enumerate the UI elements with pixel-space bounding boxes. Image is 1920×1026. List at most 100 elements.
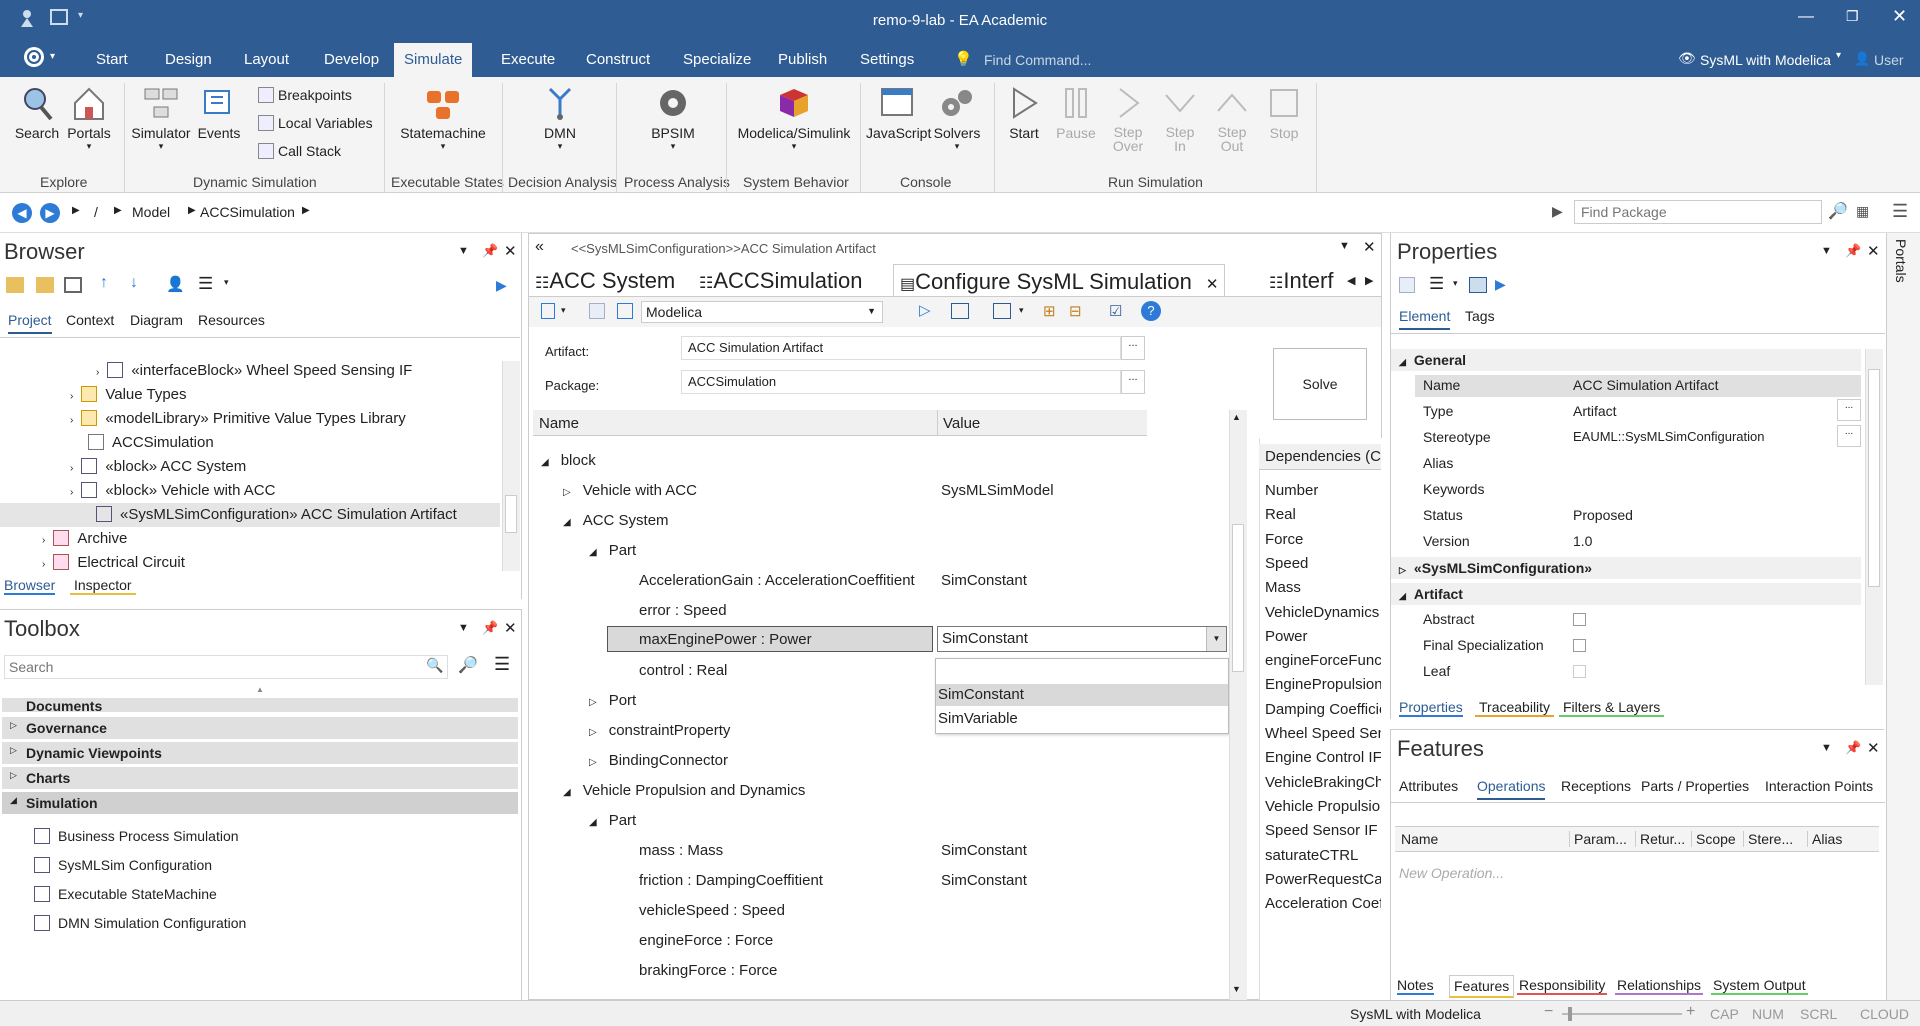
- run-start-button[interactable]: Start: [1002, 85, 1046, 141]
- dependency-item[interactable]: Speed: [1265, 555, 1308, 572]
- features-bottom-tab-features[interactable]: Features: [1449, 975, 1515, 998]
- collapse-icon[interactable]: ◢: [589, 817, 597, 828]
- section-general[interactable]: ◢ General: [1391, 349, 1861, 371]
- properties-pin-icon[interactable]: 📌: [1845, 243, 1861, 259]
- expand-icon[interactable]: ›: [70, 415, 73, 426]
- grid-row-binding-connector[interactable]: ▷ BindingConnector: [589, 752, 728, 769]
- leaf-checkbox[interactable]: [1573, 665, 1586, 678]
- grid-row-acc-system[interactable]: ◢ ACC System: [563, 512, 669, 529]
- column-name[interactable]: Name: [1401, 831, 1438, 847]
- features-bottom-tab-relationships[interactable]: Relationships: [1615, 977, 1704, 995]
- properties-close-icon[interactable]: ✕: [1867, 242, 1880, 260]
- toolbox-category-charts[interactable]: Charts: [2, 767, 518, 789]
- menu-design[interactable]: Design: [165, 51, 212, 68]
- dependency-item[interactable]: Engine Control IF: [1265, 749, 1381, 766]
- toolbox-category-governance[interactable]: Governance: [2, 717, 518, 739]
- expand-icon[interactable]: ▷: [589, 697, 597, 708]
- column-alias[interactable]: Alias: [1807, 831, 1842, 847]
- column-return[interactable]: Retur...: [1635, 831, 1685, 847]
- dependency-item[interactable]: saturateCTRL: [1265, 847, 1358, 864]
- copy-icon[interactable]: [993, 303, 1011, 319]
- dependency-item[interactable]: Force: [1265, 531, 1303, 548]
- collapse-left-icon[interactable]: «: [535, 238, 544, 256]
- tab-acc-system[interactable]: ☷ACC System: [535, 268, 675, 294]
- toolbox-category-simulation[interactable]: Simulation: [2, 792, 518, 814]
- features-dropdown-icon[interactable]: ▼: [1821, 742, 1832, 754]
- dependency-item[interactable]: engineForceFunc: [1265, 652, 1381, 669]
- statemachine-button[interactable]: Statemachine ▾: [398, 85, 488, 152]
- properties-menu-icon[interactable]: ☰: [1429, 274, 1444, 294]
- package-browse-button[interactable]: ...: [1121, 370, 1145, 394]
- features-close-icon[interactable]: ✕: [1867, 739, 1880, 757]
- zoom-slider-thumb[interactable]: [1568, 1007, 1572, 1021]
- browser-bottom-tab-browser[interactable]: Browser: [4, 577, 56, 595]
- local-variables-button[interactable]: Local Variables: [258, 115, 373, 131]
- tree-item-archive[interactable]: › Archive: [42, 530, 127, 547]
- toolbox-close-icon[interactable]: ✕: [504, 619, 517, 637]
- properties-bottom-tab-traceability[interactable]: Traceability: [1475, 699, 1555, 717]
- dependency-item[interactable]: Acceleration Coeff: [1265, 895, 1381, 912]
- menu-layout[interactable]: Layout: [244, 51, 289, 68]
- expand-icon[interactable]: ▷: [563, 487, 571, 498]
- dependency-item[interactable]: VehicleBrakingCha: [1265, 774, 1381, 791]
- properties-scroll-thumb[interactable]: [1868, 369, 1880, 587]
- tree-item-vehicle-with-acc[interactable]: › «block» Vehicle with ACC: [70, 482, 275, 499]
- menu-specialize[interactable]: Specialize: [683, 51, 751, 68]
- browser-menu-icon[interactable]: ☰: [198, 274, 213, 294]
- dependency-item[interactable]: Real: [1265, 506, 1296, 523]
- browser-expand-icon[interactable]: ▶: [496, 277, 507, 294]
- toolbox-scroll-up[interactable]: ▲: [2, 685, 518, 697]
- save-icon[interactable]: [1399, 277, 1415, 293]
- toolbox-dropdown-icon[interactable]: ▼: [458, 622, 469, 634]
- expand-icon[interactable]: ▷: [589, 727, 597, 738]
- features-pin-icon[interactable]: 📌: [1845, 740, 1861, 756]
- properties-tab-element[interactable]: Element: [1399, 308, 1451, 330]
- checklist-icon[interactable]: ☑: [1109, 302, 1122, 320]
- solve-button[interactable]: Solve: [1273, 348, 1367, 420]
- new-package-icon[interactable]: [6, 277, 24, 293]
- stop-button[interactable]: Stop: [1262, 85, 1306, 141]
- perspective-dropdown-icon[interactable]: ▾: [1836, 50, 1841, 61]
- property-row-stereotype-value[interactable]: EAUML::SysMLSimConfiguration: [1573, 429, 1764, 444]
- tab-configure-sysml-simulation[interactable]: ▤Configure SysML Simulation ✕: [893, 264, 1226, 296]
- expand-icon[interactable]: ›: [70, 391, 73, 402]
- tree-item-accsimulation[interactable]: ACCSimulation: [88, 434, 214, 451]
- menu-construct[interactable]: Construct: [586, 51, 650, 68]
- grid-row-acceleration-gain[interactable]: AccelerationGain : AccelerationCoeffitie…: [639, 572, 915, 589]
- filter-icon[interactable]: [951, 303, 969, 319]
- dependency-item[interactable]: Mass: [1265, 579, 1301, 596]
- grid-icon[interactable]: ▦: [1856, 203, 1869, 220]
- collapse-icon[interactable]: ◢: [541, 457, 549, 468]
- expand-icon[interactable]: ›: [70, 463, 73, 474]
- breadcrumb-accsimulation[interactable]: ACCSimulation: [200, 204, 295, 220]
- property-row-name-value[interactable]: ACC Simulation Artifact: [1573, 377, 1719, 393]
- grid-row-vehicle-with-acc[interactable]: ▷ Vehicle with ACC: [563, 482, 697, 499]
- perspective-selector[interactable]: SysML with Modelica: [1700, 52, 1831, 68]
- platform-select[interactable]: Modelica ▼: [641, 301, 883, 323]
- move-up-icon[interactable]: ↑: [100, 274, 108, 292]
- toolbox-category-documents[interactable]: Documents: [2, 698, 518, 712]
- dropdown-option-simvariable[interactable]: SimVariable: [936, 708, 1228, 730]
- simulator-button[interactable]: Simulator ▾: [130, 85, 192, 152]
- features-tab-operations[interactable]: Operations: [1477, 778, 1546, 800]
- editor-close-icon[interactable]: ✕: [1363, 238, 1376, 256]
- abstract-checkbox[interactable]: [1573, 613, 1586, 626]
- call-stack-button[interactable]: Call Stack: [258, 143, 341, 159]
- find-toolbox-icon[interactable]: 🔎: [458, 655, 478, 675]
- grid-row-max-engine-power[interactable]: maxEnginePower : Power: [639, 631, 812, 648]
- dependency-item[interactable]: PowerRequestCalc: [1265, 871, 1381, 888]
- search-button[interactable]: Search: [14, 85, 60, 141]
- javascript-button[interactable]: JavaScript: [866, 85, 931, 141]
- tree-item-wheel-speed-sensing-if[interactable]: › «interfaceBlock» Wheel Speed Sensing IF: [96, 362, 412, 379]
- user-lock-icon[interactable]: 👤: [166, 275, 185, 293]
- features-tab-parts-properties[interactable]: Parts / Properties: [1641, 778, 1749, 794]
- solvers-button[interactable]: Solvers ▾: [932, 85, 982, 152]
- main-menu-icon[interactable]: [24, 47, 44, 67]
- main-menu-dropdown-icon[interactable]: ▾: [50, 51, 55, 62]
- tabs-scroll-right-icon[interactable]: ▶: [1365, 274, 1373, 287]
- expand-icon[interactable]: ▷: [589, 757, 597, 768]
- step-out-button[interactable]: Step Out: [1210, 85, 1254, 153]
- new-operation-input[interactable]: New Operation...: [1399, 865, 1504, 881]
- grid-row-vehicle-propulsion[interactable]: ◢ Vehicle Propulsion and Dynamics: [563, 782, 805, 799]
- expand-icon[interactable]: ›: [96, 367, 99, 378]
